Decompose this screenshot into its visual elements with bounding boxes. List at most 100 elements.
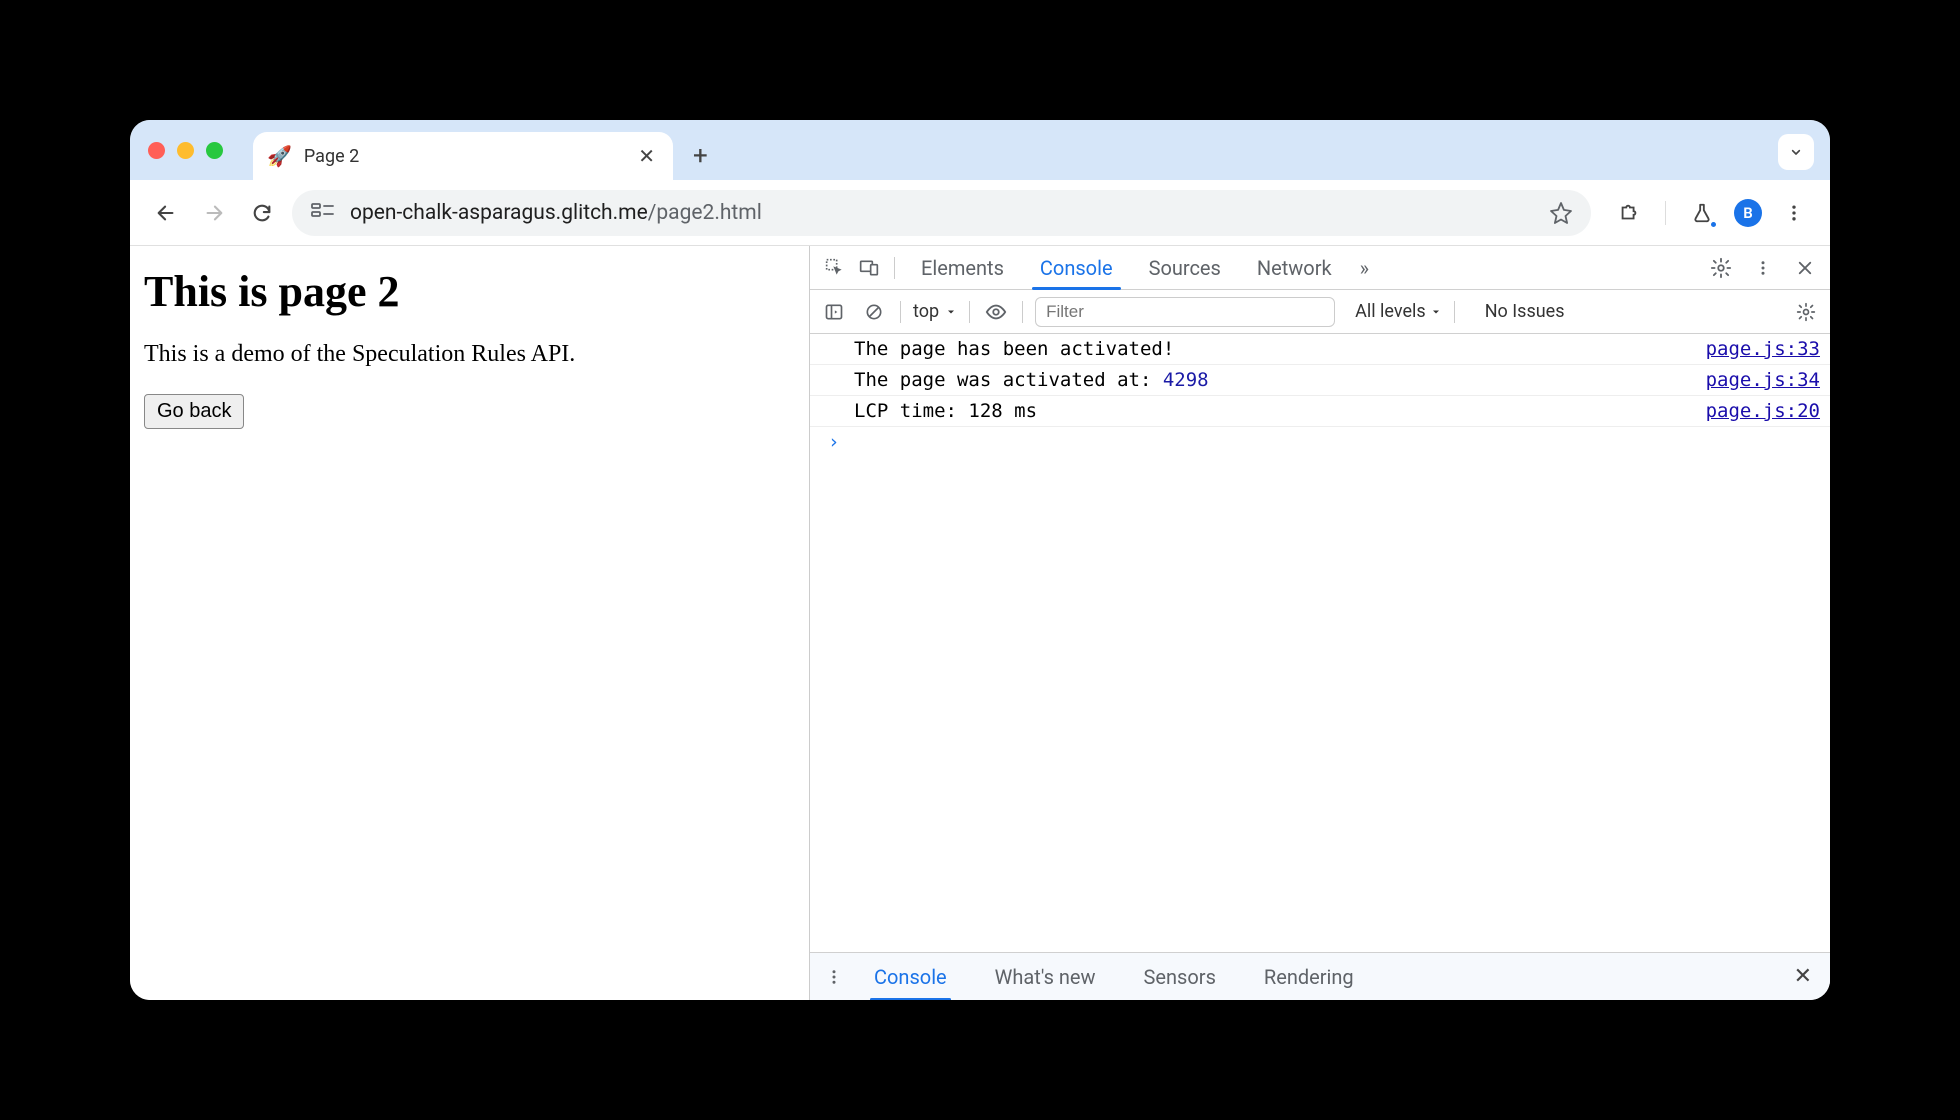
kebab-icon — [825, 968, 843, 986]
tab-favicon-icon: 🚀 — [267, 144, 292, 168]
clear-console-button[interactable] — [860, 298, 888, 326]
context-label: top — [913, 301, 939, 322]
browser-window: 🚀 Page 2 ✕ + open-chalk-asparagus.glitch… — [130, 120, 1830, 1000]
puzzle-icon — [1618, 202, 1640, 224]
content-area: This is page 2 This is a demo of the Spe… — [130, 246, 1830, 1000]
console-divider — [1022, 301, 1023, 323]
extensions-button[interactable] — [1611, 195, 1647, 231]
back-button[interactable] — [148, 195, 184, 231]
minimize-window-button[interactable] — [177, 142, 194, 159]
drawer-tab-rendering[interactable]: Rendering — [1242, 953, 1376, 1001]
caret-down-icon — [945, 306, 957, 318]
arrow-left-icon — [155, 202, 177, 224]
devtools-close-button[interactable] — [1790, 253, 1820, 283]
kebab-icon — [1754, 259, 1772, 277]
forward-button[interactable] — [196, 195, 232, 231]
log-source-link[interactable]: page.js:33 — [1706, 338, 1820, 360]
device-toolbar-button[interactable] — [854, 253, 884, 283]
issues-count[interactable]: No Issues — [1485, 301, 1565, 322]
reload-icon — [251, 202, 273, 224]
log-message: LCP time: 128 ms — [854, 400, 1706, 422]
drawer-close-button[interactable]: ✕ — [1786, 964, 1820, 989]
caret-down-icon — [1430, 306, 1442, 318]
experiments-button[interactable] — [1684, 195, 1720, 231]
drawer-tab-console[interactable]: Console — [852, 953, 969, 1001]
new-tab-button[interactable]: + — [673, 132, 728, 180]
devtools-tabbar: Elements Console Sources Network » — [810, 246, 1830, 290]
console-sidebar-toggle[interactable] — [820, 298, 848, 326]
more-tabs-button[interactable]: » — [1352, 246, 1377, 290]
devices-icon — [859, 258, 879, 278]
devtools-panel: Elements Console Sources Network » — [810, 246, 1830, 1000]
close-tab-button[interactable]: ✕ — [634, 144, 659, 168]
devtools-menu-button[interactable] — [1748, 253, 1778, 283]
inspect-element-button[interactable] — [820, 253, 850, 283]
tab-network[interactable]: Network — [1241, 246, 1348, 290]
drawer-menu-button[interactable] — [820, 963, 848, 991]
gear-icon — [1796, 302, 1816, 322]
devtools-drawer: Console What's new Sensors Rendering ✕ — [810, 952, 1830, 1000]
console-divider — [900, 301, 901, 323]
inspect-icon — [825, 258, 845, 278]
star-icon — [1549, 201, 1573, 225]
page-heading: This is page 2 — [144, 266, 795, 317]
levels-label: All levels — [1355, 301, 1426, 322]
url-path: /page2.html — [648, 201, 762, 225]
browser-tab[interactable]: 🚀 Page 2 ✕ — [253, 132, 673, 180]
console-prompt[interactable]: › — [810, 427, 1830, 457]
console-log-row: LCP time: 128 ms page.js:20 — [810, 396, 1830, 427]
reload-button[interactable] — [244, 195, 280, 231]
page-description: This is a demo of the Speculation Rules … — [144, 341, 795, 368]
eye-icon — [985, 301, 1007, 323]
go-back-button[interactable]: Go back — [144, 394, 244, 429]
avatar-letter: B — [1743, 204, 1753, 222]
filter-text-field[interactable] — [1046, 302, 1324, 322]
browser-menu-button[interactable] — [1776, 195, 1812, 231]
log-source-link[interactable]: page.js:34 — [1706, 369, 1820, 391]
console-divider — [969, 301, 970, 323]
chevron-down-icon — [1788, 144, 1804, 160]
console-toolbar: top All levels No Issues — [810, 290, 1830, 334]
url-text: open-chalk-asparagus.glitch.me/page2.htm… — [350, 201, 1535, 225]
console-log-row: The page was activated at: 4298 page.js:… — [810, 365, 1830, 396]
ban-icon — [864, 302, 884, 322]
live-expression-button[interactable] — [982, 298, 1010, 326]
tab-console[interactable]: Console — [1024, 246, 1129, 290]
log-message: The page was activated at: 4298 — [854, 369, 1706, 391]
browser-toolbar: open-chalk-asparagus.glitch.me/page2.htm… — [130, 180, 1830, 246]
tab-sources[interactable]: Sources — [1133, 246, 1237, 290]
profile-avatar[interactable]: B — [1734, 199, 1762, 227]
experiments-badge — [1709, 220, 1718, 229]
page-content: This is page 2 This is a demo of the Spe… — [130, 246, 810, 1000]
gear-icon — [1710, 257, 1732, 279]
tabs-dropdown-button[interactable] — [1778, 134, 1814, 170]
tab-strip: 🚀 Page 2 ✕ + — [130, 120, 1830, 180]
kebab-icon — [1784, 203, 1804, 223]
console-settings-button[interactable] — [1792, 298, 1820, 326]
context-selector[interactable]: top — [913, 301, 957, 322]
console-log-row: The page has been activated! page.js:33 — [810, 334, 1830, 365]
console-divider — [1454, 301, 1455, 323]
log-message: The page has been activated! — [854, 338, 1706, 360]
url-domain: open-chalk-asparagus.glitch.me — [350, 201, 648, 225]
drawer-tab-sensors[interactable]: Sensors — [1122, 953, 1238, 1001]
bookmark-button[interactable] — [1549, 201, 1573, 225]
maximize-window-button[interactable] — [206, 142, 223, 159]
site-settings-icon[interactable] — [310, 203, 336, 223]
close-icon — [1796, 259, 1814, 277]
devtools-divider — [894, 257, 895, 279]
sidebar-icon — [824, 302, 844, 322]
drawer-tab-whatsnew[interactable]: What's new — [973, 953, 1118, 1001]
window-controls — [148, 120, 253, 180]
close-window-button[interactable] — [148, 142, 165, 159]
log-source-link[interactable]: page.js:20 — [1706, 400, 1820, 422]
tab-title: Page 2 — [304, 146, 622, 167]
arrow-right-icon — [203, 202, 225, 224]
toolbar-right: B — [1603, 195, 1812, 231]
toolbar-divider — [1665, 201, 1666, 225]
devtools-settings-button[interactable] — [1706, 253, 1736, 283]
address-bar[interactable]: open-chalk-asparagus.glitch.me/page2.htm… — [292, 190, 1591, 236]
tab-elements[interactable]: Elements — [905, 246, 1020, 290]
console-filter-input[interactable] — [1035, 297, 1335, 327]
log-levels-selector[interactable]: All levels — [1355, 301, 1442, 322]
